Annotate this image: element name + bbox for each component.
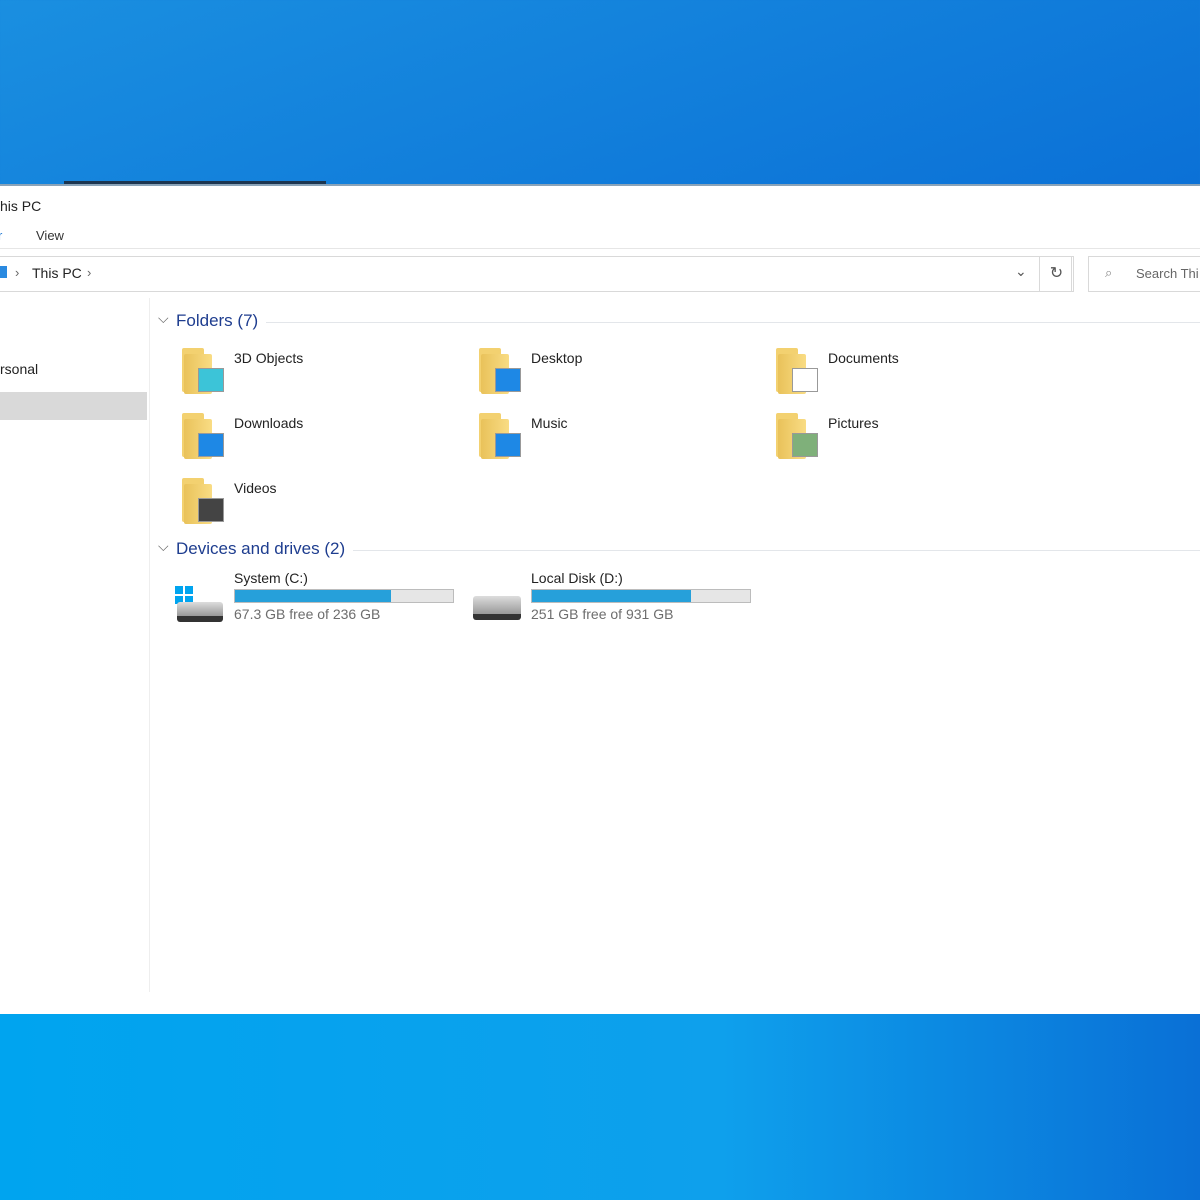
this-pc-icon — [0, 266, 7, 278]
drive-free-space: 67.3 GB free of 236 GB — [234, 606, 381, 622]
chevron-right-icon[interactable]: › — [15, 265, 19, 280]
nav-item-this-pc-selected[interactable] — [0, 392, 147, 420]
documents-folder-icon — [776, 348, 820, 394]
pictures-folder-icon — [776, 413, 820, 459]
collapse-folders-icon[interactable]: ⌵ — [158, 310, 169, 327]
drive-usage-fill — [235, 590, 391, 602]
divider — [0, 248, 1200, 249]
drive-label: System (C:) — [234, 570, 308, 586]
hard-drive-icon — [473, 596, 521, 620]
chevron-right-icon[interactable]: › — [87, 265, 91, 280]
drive-free-space: 251 GB free of 931 GB — [531, 606, 674, 622]
navigation-pane: rsonal — [0, 298, 150, 992]
search-input[interactable]: ⌕ Search Thi — [1088, 256, 1200, 292]
refresh-icon: ↻ — [1049, 265, 1064, 282]
breadcrumb-this-pc[interactable]: This PC — [32, 265, 82, 281]
desktop-folder-icon — [479, 348, 523, 394]
folder-label: Downloads — [234, 415, 304, 431]
search-placeholder: Search Thi — [1136, 266, 1199, 281]
folder-label: Videos — [234, 480, 277, 496]
downloads-folder-icon — [182, 413, 226, 459]
desktop-background — [0, 1014, 1200, 1200]
folder-label: Pictures — [828, 415, 879, 431]
folder-label: Desktop — [531, 350, 583, 366]
drive-usage-bar — [531, 589, 751, 603]
window-title: his PC — [0, 198, 42, 214]
folder-label: 3D Objects — [234, 350, 304, 366]
3d-objects-folder-icon — [182, 348, 226, 394]
divider — [266, 322, 1200, 323]
folders-group-header[interactable]: Folders (7) — [176, 311, 258, 331]
music-folder-icon — [479, 413, 523, 459]
videos-folder-icon — [182, 478, 226, 524]
address-bar[interactable]: › This PC › ⌄ — [0, 256, 1072, 292]
drive-label: Local Disk (D:) — [531, 570, 623, 586]
nav-item-personal[interactable]: rsonal — [0, 361, 38, 377]
drives-group-header[interactable]: Devices and drives (2) — [176, 539, 345, 559]
drive-usage-fill — [532, 590, 692, 602]
refresh-button[interactable]: ↻ — [1039, 256, 1074, 292]
divider — [353, 550, 1200, 551]
windows-drive-icon — [175, 586, 225, 624]
chevron-down-icon[interactable]: ⌄ — [1015, 263, 1027, 280]
folder-label: Documents — [828, 350, 899, 366]
drive-usage-bar — [234, 589, 454, 603]
collapse-drives-icon[interactable]: ⌵ — [158, 538, 169, 555]
ribbon-tab-view[interactable]: View — [36, 228, 64, 243]
ribbon-tab-computer[interactable]: r — [0, 228, 2, 243]
folder-label: Music — [531, 415, 568, 431]
search-icon: ⌕ — [1105, 265, 1113, 280]
file-explorer-window: his PC r View › This PC › ⌄ ↻ ⌕ Search T… — [0, 184, 1200, 1014]
